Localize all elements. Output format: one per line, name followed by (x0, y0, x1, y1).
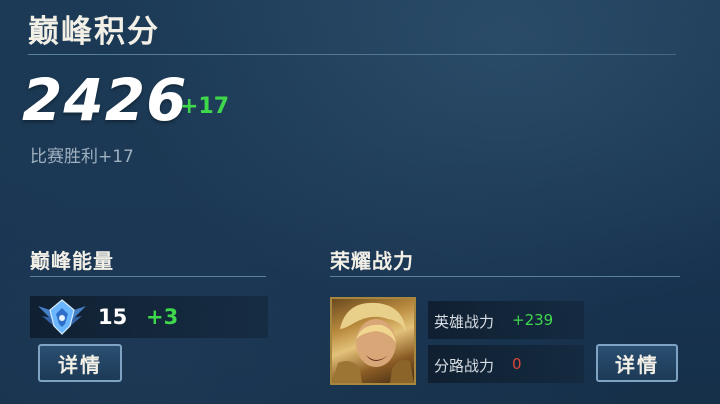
peak-score-detail: 比赛胜利+17 (30, 147, 134, 167)
title-divider (28, 54, 676, 55)
hero-power-delta: +239 (512, 311, 554, 329)
rank-emblem-icon (36, 296, 88, 338)
energy-delta: +3 (146, 305, 179, 329)
power-section-title: 荣耀战力 (330, 249, 414, 273)
energy-section-title: 巅峰能量 (30, 249, 114, 273)
power-section-divider (330, 276, 680, 277)
hero-power-label: 英雄战力 (434, 313, 495, 331)
energy-details-button[interactable]: 详情 (38, 344, 122, 382)
energy-value: 15 (98, 305, 128, 329)
hero-portrait[interactable] (330, 297, 416, 385)
lane-power-delta: 0 (512, 355, 522, 373)
peak-score-value: 2426 (22, 66, 188, 134)
lane-power-label: 分路战力 (434, 357, 495, 375)
power-details-button[interactable]: 详情 (596, 344, 678, 382)
energy-section-divider (30, 276, 266, 277)
page-title: 巅峰积分 (28, 14, 160, 50)
peak-score-delta: +17 (180, 94, 230, 119)
